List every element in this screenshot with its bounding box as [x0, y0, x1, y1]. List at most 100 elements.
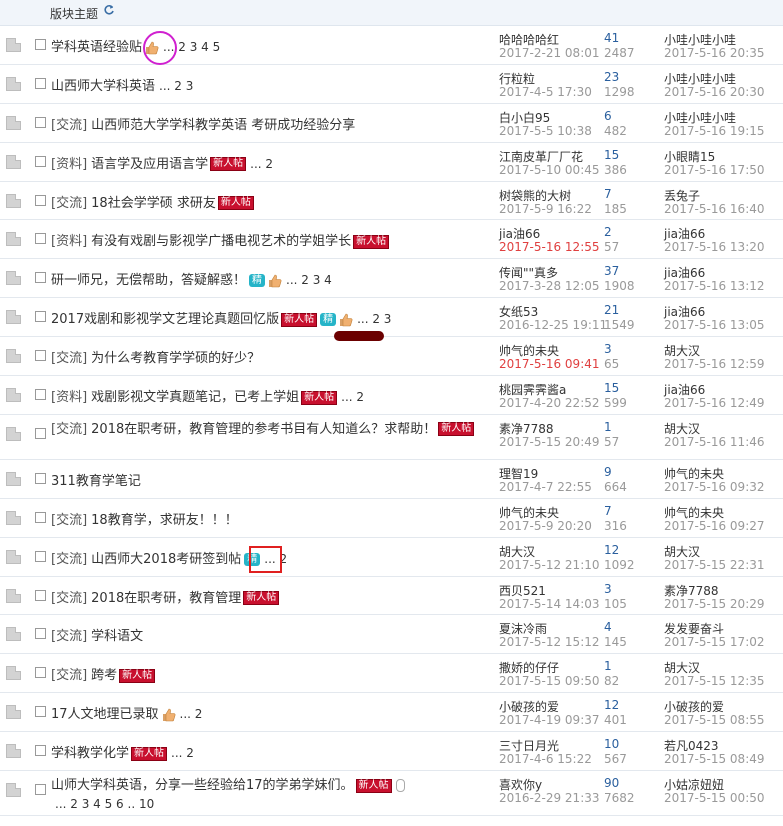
thread-title-link[interactable]: 山师大学科英语，分享一些经验给17的学弟学妹们。 [51, 778, 354, 793]
thread-category[interactable]: [交流] [51, 513, 87, 528]
thread-title-link[interactable]: 山西师范大学学科教学英语 考研成功经验分享 [91, 118, 355, 133]
page-links[interactable]: ... 2 3 4 [286, 273, 332, 287]
thread-title-link[interactable]: 研一师兄，无偿帮助，答疑解惑！ [51, 273, 246, 288]
thread-row[interactable]: 2017戏剧和影视学文艺理论真题回忆版 新人帖精... 2 3 女纸53 2016-1… [0, 298, 783, 338]
last-post-date[interactable]: 2017-5-15 22:31 [664, 558, 765, 572]
thread-title-link[interactable]: 18教育学，求研友！！！ [91, 513, 238, 528]
reply-count[interactable]: 4 [604, 620, 612, 634]
thread-row[interactable]: 学科教学化学 新人帖... 2 三寸日月光 2017-4-6 15:22 10 567 若凡… [0, 732, 783, 772]
thread-category[interactable]: [交流] [51, 668, 87, 683]
select-checkbox[interactable] [35, 155, 46, 167]
reply-count[interactable]: 15 [604, 381, 619, 395]
thread-title-link[interactable]: 跨考 [91, 668, 117, 683]
last-post-date[interactable]: 2017-5-16 19:15 [664, 124, 765, 138]
select-checkbox[interactable] [35, 511, 46, 523]
thread-title-link[interactable]: 戏剧影视文学真题笔记，已考上学姐 [91, 390, 299, 405]
select-checkbox[interactable] [35, 784, 46, 796]
thread-title-link[interactable]: 2018在职考研，教育管理的参考书目有人知道么？求帮助！ [91, 422, 436, 437]
select-checkbox[interactable] [35, 311, 46, 323]
thread-title-link[interactable]: 有没有戏剧与影视学广播电视艺术的学姐学长 [91, 234, 351, 249]
thread-row[interactable]: [资料] 戏剧影视文学真题笔记，已考上学姐 新人帖... 2 桃园霁霁酱a 2017-4… [0, 376, 783, 415]
reply-count[interactable]: 23 [604, 70, 619, 84]
last-post-date[interactable]: 2017-5-16 16:40 [664, 202, 765, 216]
select-checkbox[interactable] [35, 667, 46, 679]
last-post-date[interactable]: 2017-5-15 08:49 [664, 752, 765, 766]
page-links[interactable]: ... 2 3 [159, 79, 193, 93]
thread-title-link[interactable]: 17人文地理已录取 [51, 707, 159, 722]
refresh-icon[interactable] [103, 4, 115, 16]
select-checkbox[interactable] [35, 194, 46, 206]
reply-count[interactable]: 37 [604, 264, 619, 278]
reply-count[interactable]: 3 [604, 582, 612, 596]
page-links[interactable]: ... 2 [180, 707, 203, 721]
select-checkbox[interactable] [35, 77, 46, 89]
last-post-date[interactable]: 2017-5-16 12:59 [664, 357, 765, 371]
last-post-date[interactable]: 2017-5-16 12:49 [664, 396, 765, 410]
select-checkbox[interactable] [35, 427, 46, 439]
thread-title-link[interactable]: 山西师大2018考研签到帖 [91, 552, 241, 567]
reply-count[interactable]: 12 [604, 543, 619, 557]
last-post-date[interactable]: 2017-5-15 08:55 [664, 713, 765, 727]
last-post-date[interactable]: 2017-5-16 20:30 [664, 85, 765, 99]
thread-category[interactable]: [交流] [51, 552, 87, 567]
last-post-date[interactable]: 2017-5-16 09:27 [664, 519, 765, 533]
select-checkbox[interactable] [35, 550, 46, 562]
select-checkbox[interactable] [35, 116, 46, 128]
page-links[interactable]: ... 2 [341, 390, 364, 404]
thread-category[interactable]: [交流] [51, 351, 87, 366]
last-post-date[interactable]: 2017-5-16 11:46 [664, 435, 765, 449]
reply-count[interactable]: 6 [604, 109, 612, 123]
reply-count[interactable]: 12 [604, 698, 619, 712]
thread-category[interactable]: [交流] [51, 591, 87, 606]
thread-row[interactable]: [交流] 18社会学学硕 求研友 新人帖 树袋熊的大树 2017-5-9 16:22 7 1… [0, 182, 783, 221]
thread-row[interactable]: 学科英语经验贴... 2 3 4 5 哈哈哈哈红 2017-2-21 08:01 41… [0, 26, 783, 65]
reply-count[interactable]: 3 [604, 342, 612, 356]
reply-count[interactable]: 10 [604, 737, 619, 751]
thread-category[interactable]: [资料] [51, 234, 87, 249]
thread-row[interactable]: 研一师兄，无偿帮助，答疑解惑！精... 2 3 4 传闻""真多 2017-3-28… [0, 259, 783, 299]
page-links[interactable]: ... 2 [250, 157, 273, 171]
thread-title-link[interactable]: 山西师大学科英语 [51, 79, 155, 94]
thread-title-link[interactable]: 18社会学学硕 求研友 [91, 196, 216, 211]
select-checkbox[interactable] [35, 233, 46, 245]
reply-count[interactable]: 1 [604, 659, 612, 673]
last-post-date[interactable]: 2017-5-16 17:50 [664, 163, 765, 177]
thread-row[interactable]: 17人文地理已录取... 2 小破孩的爱 2017-4-19 09:37 12 401 小… [0, 693, 783, 733]
reply-count[interactable]: 15 [604, 148, 619, 162]
thread-title-link[interactable]: 2018在职考研，教育管理 [91, 591, 241, 606]
thread-row[interactable]: [交流] 2018在职考研，教育管理的参考书目有人知道么？求帮助！ 新人帖 素净778… [0, 415, 783, 460]
last-post-date[interactable]: 2017-5-16 13:05 [664, 318, 765, 332]
thread-row[interactable]: 311教育学笔记 理智19 2017-4-7 22:55 9 664 帅气的未央 2017-… [0, 460, 783, 499]
select-checkbox[interactable] [35, 706, 46, 718]
thread-title-link[interactable]: 学科英语经验贴 [51, 40, 142, 55]
reply-count[interactable]: 2 [604, 225, 612, 239]
thread-category[interactable]: [交流] [51, 422, 87, 437]
page-links[interactable]: ... 2 3 [357, 312, 391, 326]
reply-count[interactable]: 1 [604, 420, 612, 434]
thread-category[interactable]: [交流] [51, 118, 87, 133]
thread-title-link[interactable]: 学科语文 [91, 629, 143, 644]
thread-row[interactable]: [交流] 为什么考教育学学硕的好少？ 帅气的未央 2017-5-16 09:41 3 65… [0, 337, 783, 377]
thread-category[interactable]: [交流] [51, 629, 87, 644]
last-post-date[interactable]: 2017-5-15 17:02 [664, 635, 765, 649]
last-post-date[interactable]: 2017-5-16 20:35 [664, 46, 765, 60]
last-post-date[interactable]: 2017-5-16 13:20 [664, 240, 765, 254]
thread-category[interactable]: [资料] [51, 157, 87, 172]
thread-row[interactable]: [交流] 2018在职考研，教育管理 新人帖 西贝521 2017-5-14 14:03… [0, 577, 783, 616]
page-links[interactable]: ... 2 3 4 5 6 .. 10 [55, 797, 154, 811]
select-checkbox[interactable] [35, 389, 46, 401]
select-checkbox[interactable] [35, 472, 46, 484]
thread-title-link[interactable]: 语言学及应用语言学 [91, 157, 208, 172]
thread-row[interactable]: [交流] 山西师大2018考研签到帖精... 2 胡大汉 2017-5-12 21:1… [0, 538, 783, 577]
thread-row[interactable]: [交流] 学科语文 夏沫冷雨 2017-5-12 15:12 4 145 发发要奋斗 2017… [0, 615, 783, 655]
thread-category[interactable]: [资料] [51, 390, 87, 405]
last-post-date[interactable]: 2017-5-15 20:29 [664, 597, 765, 611]
select-checkbox[interactable] [35, 272, 46, 284]
thread-title-link[interactable]: 学科教学化学 [51, 746, 129, 761]
select-checkbox[interactable] [35, 589, 46, 601]
thread-row[interactable]: [资料] 有没有戏剧与影视学广播电视艺术的学姐学长 新人帖 jia油66 2017-5-… [0, 220, 783, 260]
reply-count[interactable]: 9 [604, 465, 612, 479]
last-post-date[interactable]: 2017-5-16 13:12 [664, 279, 765, 293]
thread-row[interactable]: 山西师大学科英语... 2 3 行粒粒 2017-4-5 17:30 23 1298 小哇… [0, 65, 783, 104]
thread-category[interactable]: [交流] [51, 196, 87, 211]
